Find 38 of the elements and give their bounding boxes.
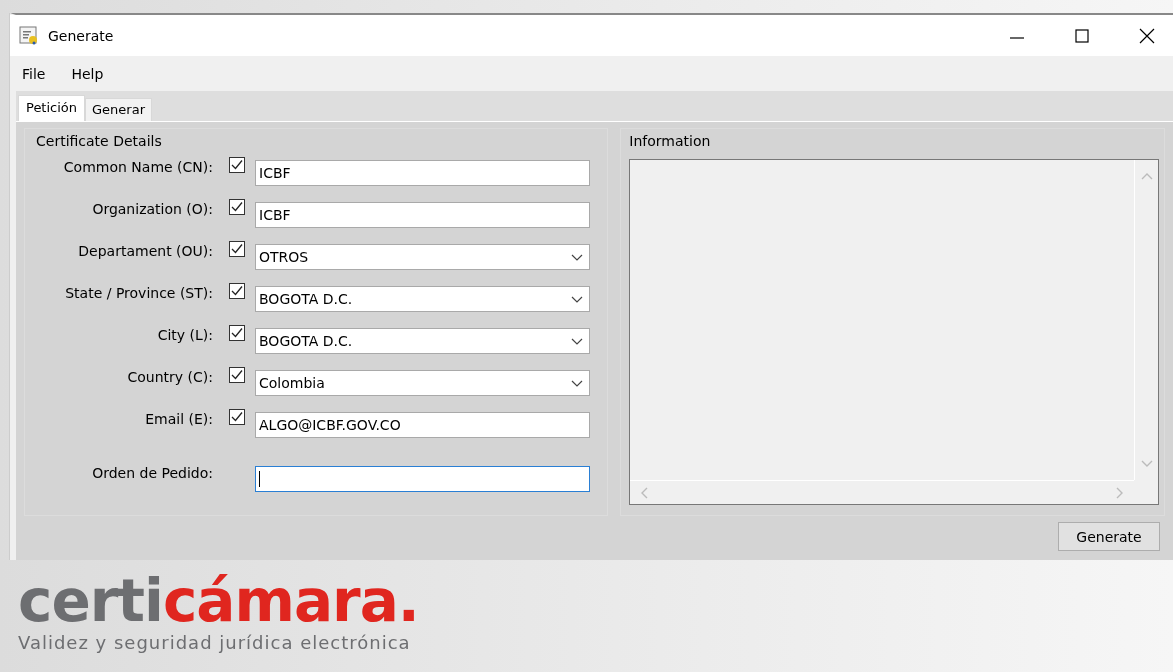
logo-wordmark: certicámara.	[18, 570, 419, 632]
field-label: Orden de Pedido:	[91, 464, 213, 481]
text-field[interactable]: ICBF	[255, 202, 590, 228]
checkbox[interactable]	[229, 367, 245, 383]
checkbox[interactable]	[229, 409, 245, 425]
field-label: Country (C):	[126, 368, 213, 385]
tab[interactable]: Petición	[18, 95, 86, 121]
field-label: Email (E):	[144, 410, 213, 427]
group-title: Certificate Details	[35, 133, 163, 151]
text-field[interactable]	[255, 466, 590, 492]
chevron-down-icon	[571, 379, 583, 387]
chevron-down-icon	[571, 295, 583, 303]
field-label: City (L):	[156, 326, 213, 343]
chevron-down-icon	[571, 337, 583, 345]
dropdown[interactable]: OTROS	[255, 244, 590, 270]
checkbox[interactable]	[229, 241, 245, 257]
text-field[interactable]: ALGO@ICBF.GOV.CO	[255, 412, 590, 438]
menu-item[interactable]: Help	[71, 65, 104, 82]
generate-button[interactable]: Generate	[1058, 522, 1160, 551]
dropdown[interactable]: BOGOTA D.C.	[255, 286, 590, 312]
dropdown[interactable]: BOGOTA D.C.	[255, 328, 590, 354]
field-label: Common Name (CN):	[62, 158, 213, 175]
checkbox[interactable]	[229, 157, 245, 173]
field-label: Organization (O):	[91, 200, 213, 217]
group-title: Information	[629, 133, 712, 151]
field-label: Departament (OU):	[77, 242, 213, 259]
chevron-down-icon	[571, 253, 583, 261]
checkbox[interactable]	[229, 199, 245, 215]
window-title: Generate	[48, 27, 114, 44]
logo-tagline: Validez y seguridad jurídica electrónica	[18, 632, 412, 653]
field-label: State / Province (ST):	[64, 284, 213, 301]
checkbox[interactable]	[229, 283, 245, 299]
text-field[interactable]: ICBF	[255, 160, 590, 186]
checkbox[interactable]	[229, 325, 245, 341]
tab[interactable]: Generar	[85, 98, 152, 121]
dropdown[interactable]: Colombia	[255, 370, 590, 396]
menu-item[interactable]: File	[22, 65, 46, 82]
certificate-icon	[19, 25, 39, 46]
